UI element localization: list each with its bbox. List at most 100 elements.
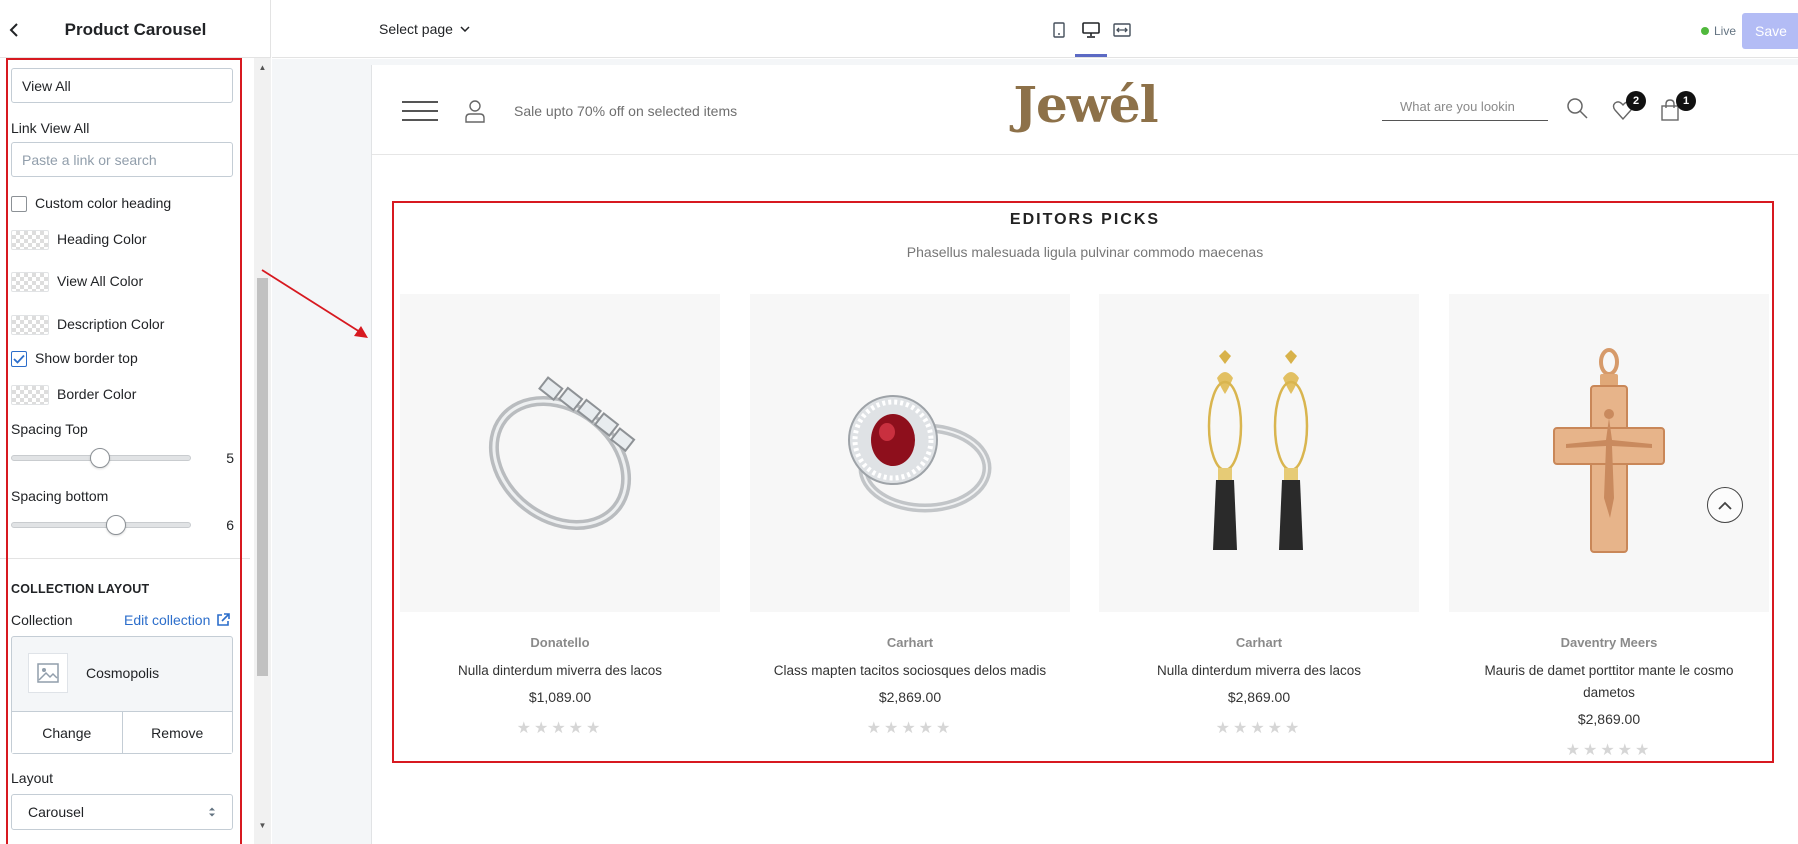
select-page-dropdown[interactable]: Select page [379, 21, 470, 37]
gold-tassel-earrings-image [1207, 350, 1309, 550]
scrollbar-thumb[interactable] [257, 278, 268, 676]
cart-count-badge: 1 [1676, 91, 1696, 111]
heading-color-swatch[interactable] [11, 230, 49, 250]
chevron-down-icon [460, 26, 470, 32]
view-all-text-input[interactable]: View All [11, 68, 233, 103]
select-arrows-icon [209, 807, 215, 817]
edit-collection-label: Edit collection [124, 612, 211, 628]
store-search-input[interactable]: What are you lookin [1382, 99, 1548, 121]
heading-color-label: Heading Color [57, 231, 147, 247]
product-card[interactable]: Donatello Nulla dinterdum miverra des la… [400, 294, 720, 764]
description-color-label: Description Color [57, 316, 165, 332]
live-status: Live [1701, 24, 1736, 38]
store-preview: Sale upto 70% off on selected items Jewé… [371, 65, 1798, 844]
product-rating-stars: ★★★★★ [516, 720, 604, 737]
view-all-color-label: View All Color [57, 273, 144, 289]
collection-layout-heading: COLLECTION LAYOUT [11, 582, 150, 596]
spacing-top-value: 5 [226, 450, 234, 466]
desktop-icon [1082, 22, 1100, 38]
spacing-top-label: Spacing Top [11, 421, 88, 437]
select-page-label: Select page [379, 21, 453, 37]
ruby-diamond-ring-image [848, 395, 992, 513]
product-vendor: Carhart [886, 635, 934, 650]
product-image-ruby-ring[interactable] [750, 294, 1070, 612]
desktop-view-button[interactable] [1078, 17, 1104, 43]
product-rating-stars: ★★★★★ [1215, 720, 1303, 737]
scroll-down-arrow-icon[interactable]: ▼ [254, 818, 271, 832]
product-title[interactable]: Nulla dinterdum miverra des lacos [410, 660, 710, 682]
mobile-icon [1053, 22, 1065, 38]
product-rating-stars: ★★★★★ [1565, 742, 1653, 759]
product-image-gold-earrings[interactable] [1099, 294, 1419, 612]
store-header: Sale upto 70% off on selected items Jewé… [372, 65, 1798, 155]
sidebar-header: Product Carousel [0, 0, 271, 58]
collection-image-placeholder [28, 653, 68, 693]
remove-collection-button[interactable]: Remove [121, 712, 232, 753]
product-title[interactable]: Class mapten tacitos sociosques delos ma… [760, 660, 1060, 682]
show-border-top-checkbox[interactable] [11, 351, 27, 367]
collection-card: Cosmopolis Change Remove [11, 636, 233, 754]
live-label: Live [1714, 24, 1737, 38]
scroll-up-arrow-icon[interactable]: ▲ [254, 60, 271, 74]
live-dot-icon [1701, 27, 1709, 35]
show-border-top-label: Show border top [35, 350, 138, 366]
section-description: Phasellus malesuada ligula pulvinar comm… [906, 244, 1264, 260]
external-link-icon [217, 613, 231, 626]
collection-name: Cosmopolis [86, 665, 160, 681]
edit-collection-link[interactable]: Edit collection [124, 612, 231, 628]
product-price: $2,869.00 [1577, 711, 1641, 727]
layout-select[interactable]: Carousel [11, 794, 233, 830]
product-vendor: Carhart [1235, 635, 1283, 650]
spacing-bottom-value: 6 [226, 517, 234, 533]
product-card[interactable]: Daventry Meers Mauris de damet porttitor… [1449, 294, 1769, 764]
product-image-gold-cross[interactable] [1449, 294, 1769, 612]
link-view-all-label: Link View All [11, 120, 90, 136]
image-icon [37, 663, 59, 683]
link-view-all-input[interactable]: Paste a link or search [11, 142, 233, 177]
back-to-top-button[interactable] [1707, 487, 1743, 523]
layout-label: Layout [11, 770, 54, 786]
spacing-bottom-slider-handle[interactable] [106, 515, 126, 535]
search-icon[interactable] [1566, 97, 1588, 119]
product-card[interactable]: Carhart Nulla dinterdum miverra des laco… [1099, 294, 1419, 764]
product-vendor: Daventry Meers [1560, 635, 1658, 650]
product-title[interactable]: Mauris de damet porttitor mante le cosmo… [1459, 660, 1759, 704]
border-color-label: Border Color [57, 386, 137, 402]
checkmark-icon [13, 354, 25, 364]
fullwidth-icon [1113, 23, 1131, 37]
spacing-bottom-slider[interactable] [11, 522, 191, 528]
mobile-view-button[interactable] [1046, 17, 1072, 43]
product-price: $2,869.00 [878, 689, 942, 705]
border-color-swatch[interactable] [11, 385, 49, 405]
fullwidth-view-button[interactable] [1109, 17, 1135, 43]
custom-color-heading-checkbox[interactable] [11, 196, 27, 212]
product-price: $2,869.00 [1227, 689, 1291, 705]
product-price: $1,089.00 [528, 689, 592, 705]
sidebar-title: Product Carousel [64, 20, 207, 39]
collection-label: Collection [11, 612, 73, 628]
save-button[interactable]: Save [1742, 13, 1798, 49]
wishlist-count-badge: 2 [1626, 91, 1646, 111]
change-collection-button[interactable]: Change [12, 712, 122, 753]
product-image-silver-ring[interactable] [400, 294, 720, 612]
description-color-swatch[interactable] [11, 315, 49, 335]
layout-select-value: Carousel [28, 804, 85, 820]
chevron-up-icon [1718, 501, 1732, 510]
sidebar-scrollbar[interactable]: ▲ ▼ [254, 58, 271, 844]
gold-crucifix-pendant-image [1553, 348, 1665, 553]
spacing-bottom-label: Spacing bottom [11, 488, 109, 504]
spacing-top-slider-handle[interactable] [90, 448, 110, 468]
silver-baguette-ring-image [488, 376, 636, 530]
custom-color-heading-label: Custom color heading [35, 195, 172, 211]
product-rating-stars: ★★★★★ [866, 720, 954, 737]
view-all-color-swatch[interactable] [11, 272, 49, 292]
editor-sidebar: Product Carousel View All Link View All … [0, 0, 271, 844]
sidebar-scroll-area: View All Link View All Paste a link or s… [0, 58, 271, 844]
preview-canvas: Sale upto 70% off on selected items Jewé… [272, 59, 1798, 844]
section-divider [0, 558, 250, 559]
collection-actions: Change Remove [12, 711, 232, 753]
product-card[interactable]: Carhart Class mapten tacitos sociosques … [750, 294, 1070, 764]
product-title[interactable]: Nulla dinterdum miverra des lacos [1109, 660, 1409, 682]
sidebar-settings: View All Link View All Paste a link or s… [0, 58, 250, 844]
product-vendor: Donatello [530, 635, 590, 650]
